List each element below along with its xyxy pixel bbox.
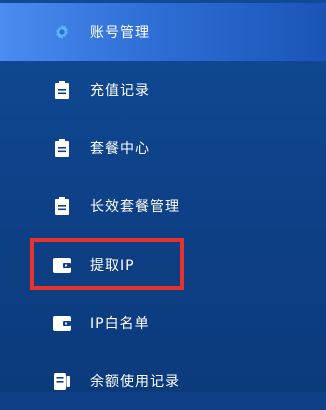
receipt-icon: [52, 371, 72, 391]
sidebar-item-label: 账号管理: [90, 25, 150, 41]
sidebar-item-recharge-records[interactable]: 充值记录: [0, 61, 326, 119]
sidebar-item-label: 提取IP: [90, 258, 135, 274]
sidebar-item-balance-usage-records[interactable]: 余额使用记录: [0, 352, 326, 410]
sidebar-item-label: 余额使用记录: [90, 374, 180, 390]
gear-icon: [52, 22, 72, 42]
sidebar-item-long-term-package-management[interactable]: 长效套餐管理: [0, 177, 326, 235]
sidebar-item-package-center[interactable]: 套餐中心: [0, 119, 326, 177]
document-icon: [52, 80, 72, 100]
document-icon: [52, 196, 72, 216]
wallet-icon: [52, 313, 72, 333]
sidebar-item-extract-ip[interactable]: 提取IP: [0, 236, 326, 294]
sidebar-menu: 账号管理 充值记录 套餐中心 长效套餐管理 提取IP IP白名单 余额使用记录: [0, 0, 326, 392]
wallet-icon: [52, 255, 72, 275]
sidebar-item-label: IP白名单: [90, 316, 150, 332]
sidebar-item-account-management[interactable]: 账号管理: [0, 3, 326, 61]
document-icon: [52, 138, 72, 158]
sidebar-item-label: 充值记录: [90, 83, 150, 99]
sidebar-item-ip-whitelist[interactable]: IP白名单: [0, 294, 326, 352]
sidebar-item-label: 长效套餐管理: [90, 199, 180, 215]
sidebar-item-label: 套餐中心: [90, 141, 150, 157]
